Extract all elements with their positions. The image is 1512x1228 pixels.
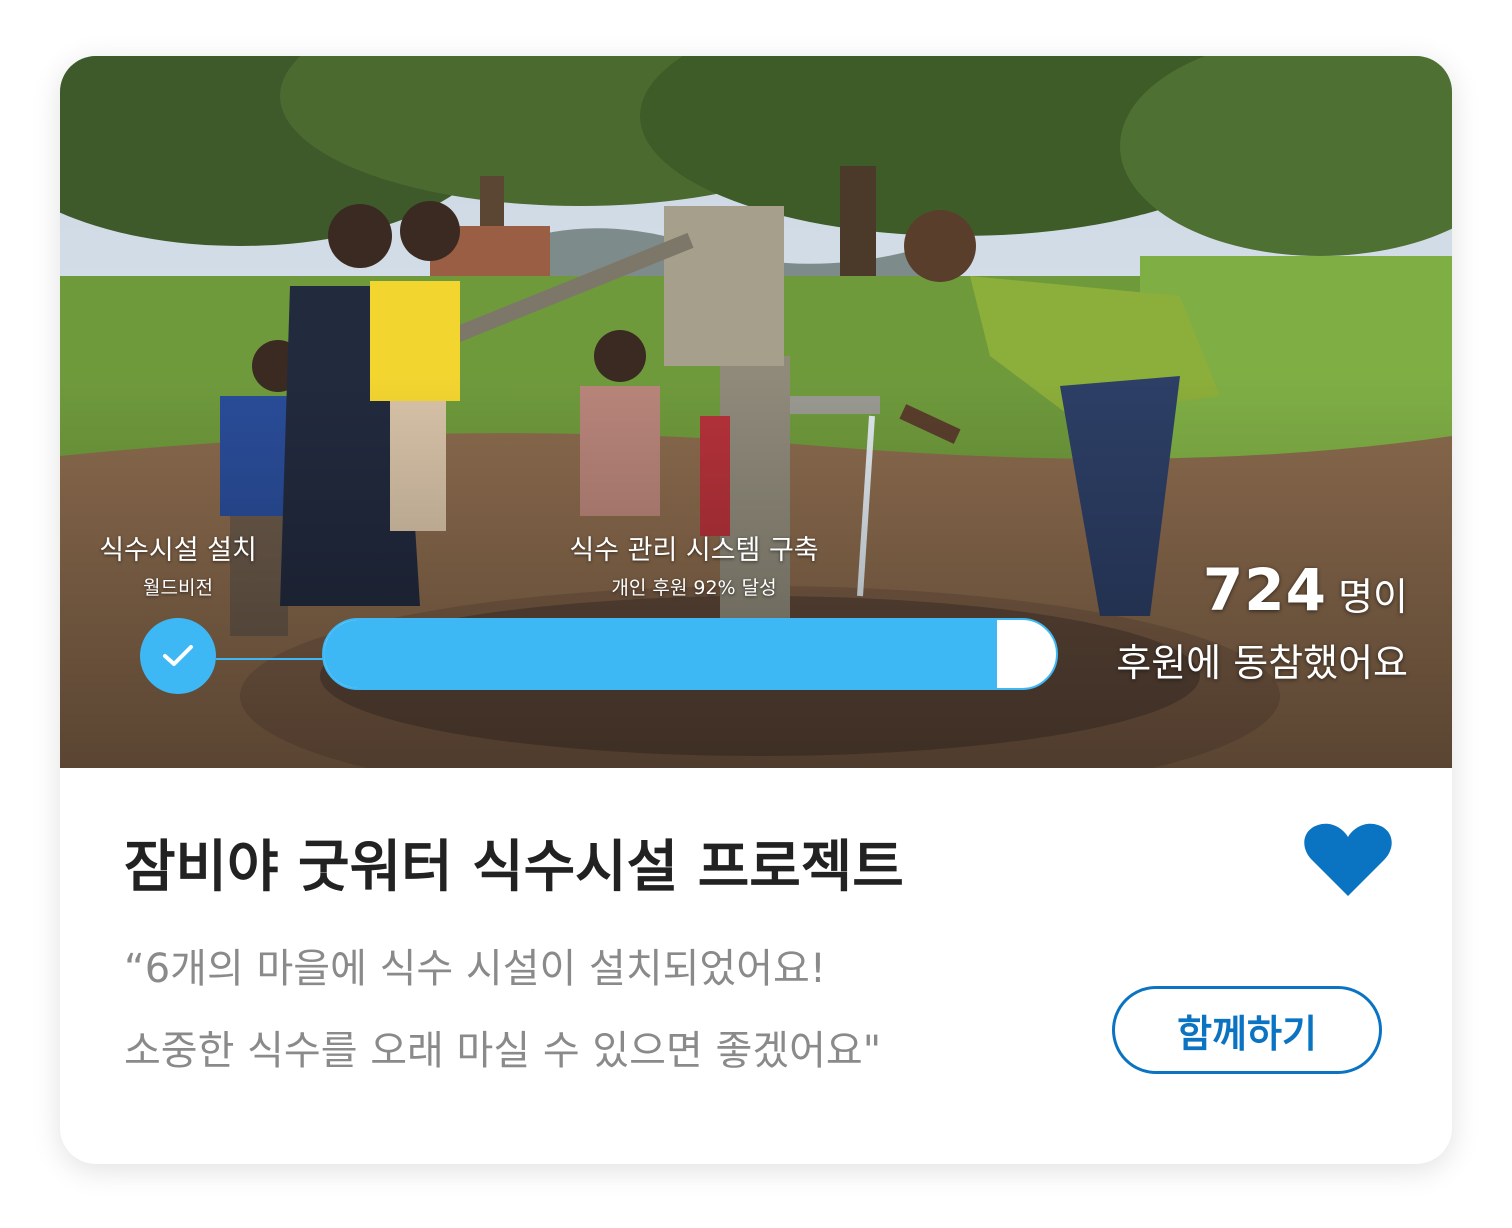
step-management-title: 식수 관리 시스템 구축 (569, 535, 819, 566)
step-installation-title: 식수시설 설치 (99, 535, 257, 566)
step-management: 식수 관리 시스템 구축 개인 후원 92% 달성 (524, 528, 864, 600)
step-installation: 식수시설 설치 월드비전 (80, 528, 276, 600)
project-photo: 식수시설 설치 월드비전 식수 관리 시스템 구축 개인 후원 92% 달성 7… (60, 56, 1452, 768)
supporter-number: 724 (1202, 556, 1327, 624)
supporter-count: 724 명이 후원에 동참했어요 (1116, 556, 1408, 687)
project-title: 잠비야 굿워터 식수시설 프로젝트 (124, 835, 904, 900)
heart-icon (1304, 823, 1392, 896)
step-management-subtitle: 개인 후원 92% 달성 (611, 577, 777, 599)
funding-progress-bar (322, 618, 1058, 690)
step-connector (216, 658, 326, 660)
step-complete-badge (140, 618, 216, 694)
quote-line-1: “6개의 마을에 식수 시설이 설치되었어요! (124, 946, 826, 992)
favorite-button[interactable] (1304, 822, 1392, 898)
project-card[interactable]: 식수시설 설치 월드비전 식수 관리 시스템 구축 개인 후원 92% 달성 7… (60, 56, 1452, 1164)
supporter-unit: 명이 (1338, 575, 1408, 619)
quote-line-2: 소중한 식수를 오래 마실 수 있으면 좋겠어요" (124, 1028, 882, 1074)
supporter-caption: 후원에 동참했어요 (1116, 641, 1408, 685)
check-icon (163, 645, 193, 666)
funding-progress-fill (324, 620, 998, 688)
step-installation-subtitle: 월드비전 (143, 577, 213, 599)
project-quote: “6개의 마을에 식수 시설이 설치되었어요! 소중한 식수를 오래 마실 수 … (124, 928, 881, 1092)
join-button[interactable]: 함께하기 (1112, 986, 1382, 1074)
